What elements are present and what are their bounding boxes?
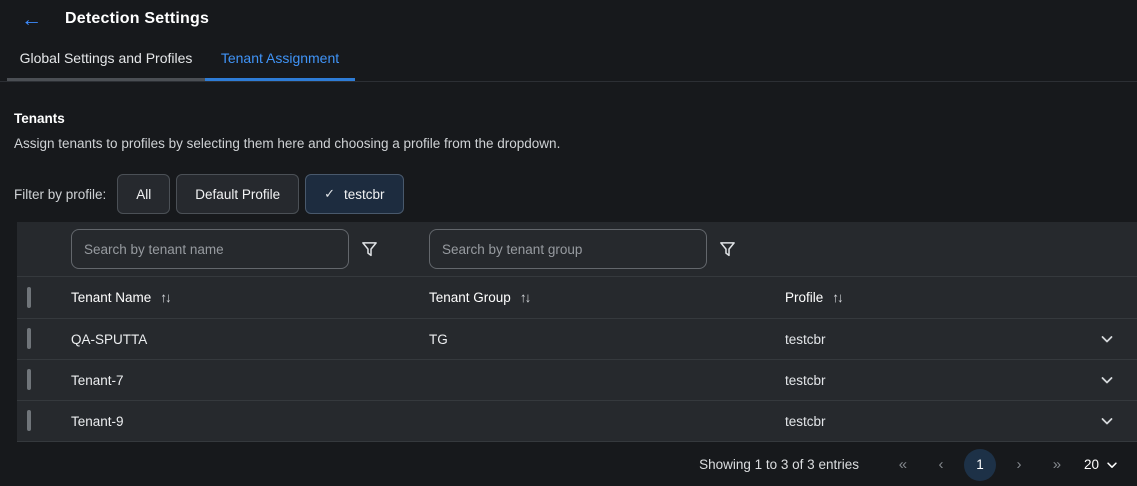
next-page-button[interactable]: › [1007, 456, 1031, 473]
sort-icon: ↑↓ [832, 290, 842, 305]
tenant-name-cell: QA-SPUTTA [71, 332, 429, 347]
previous-page-button[interactable]: ‹ [929, 456, 953, 473]
tab-tenant-assignment[interactable]: Tenant Assignment [205, 38, 355, 81]
table-search-row [17, 222, 1137, 277]
tenant-name-cell: Tenant-9 [71, 414, 429, 429]
table-header-row: Tenant Name ↑↓ Tenant Group ↑↓ Profile ↑… [17, 277, 1137, 319]
filter-chip-all[interactable]: All [117, 174, 170, 214]
profile-filter-row: Filter by profile: All Default Profile ✓… [0, 174, 1137, 214]
sort-icon: ↑↓ [520, 290, 530, 305]
row-checkbox[interactable] [27, 369, 31, 390]
pagination-bar: Showing 1 to 3 of 3 entries « ‹ 1 › » 20 [699, 443, 1119, 486]
last-page-button[interactable]: » [1045, 456, 1069, 473]
table-row: Tenant-9 testcbr [17, 401, 1137, 442]
profile-cell: testcbr [785, 332, 1077, 347]
sort-icon: ↑↓ [160, 290, 170, 305]
pagination-summary: Showing 1 to 3 of 3 entries [699, 457, 859, 472]
top-bar: ← Detection Settings [0, 0, 1137, 38]
row-checkbox[interactable] [27, 410, 31, 431]
tenant-name-cell: Tenant-7 [71, 373, 429, 388]
column-label: Profile [785, 290, 823, 305]
chevron-down-icon [1105, 458, 1119, 472]
column-header-tenant-name[interactable]: Tenant Name ↑↓ [71, 290, 429, 305]
filter-by-profile-label: Filter by profile: [14, 187, 106, 202]
filter-chip-testcbr[interactable]: ✓ testcbr [305, 174, 403, 214]
filter-chip-label: All [136, 187, 151, 202]
filter-chip-label: Default Profile [195, 187, 280, 202]
profile-dropdown-chevron-icon[interactable] [1099, 413, 1115, 429]
tenants-table: Tenant Name ↑↓ Tenant Group ↑↓ Profile ↑… [17, 222, 1137, 442]
tenant-group-search-input[interactable] [429, 229, 707, 269]
current-page-button[interactable]: 1 [964, 449, 996, 481]
table-row: Tenant-7 testcbr [17, 360, 1137, 401]
profile-cell: testcbr [785, 373, 1077, 388]
row-checkbox[interactable] [27, 328, 31, 349]
back-arrow-icon[interactable]: ← [21, 9, 42, 30]
page-size-value: 20 [1084, 457, 1099, 472]
filter-chip-default-profile[interactable]: Default Profile [176, 174, 299, 214]
filter-funnel-icon[interactable] [361, 241, 378, 258]
column-label: Tenant Group [429, 290, 511, 305]
profile-dropdown-chevron-icon[interactable] [1099, 331, 1115, 347]
page-size-select[interactable]: 20 [1084, 457, 1119, 472]
select-all-checkbox[interactable] [27, 287, 31, 308]
profile-dropdown-chevron-icon[interactable] [1099, 372, 1115, 388]
section-title: Tenants [14, 111, 1137, 126]
filter-chip-label: testcbr [344, 187, 385, 202]
tenant-name-search-input[interactable] [71, 229, 349, 269]
first-page-button[interactable]: « [891, 456, 915, 473]
profile-cell: testcbr [785, 414, 1077, 429]
tenants-section-header: Tenants Assign tenants to profiles by se… [0, 111, 1137, 151]
column-header-profile[interactable]: Profile ↑↓ [785, 290, 1077, 305]
filter-funnel-icon[interactable] [719, 241, 736, 258]
column-label: Tenant Name [71, 290, 151, 305]
tab-global-settings-and-profiles[interactable]: Global Settings and Profiles [7, 38, 205, 81]
section-description: Assign tenants to profiles by selecting … [14, 136, 1137, 151]
table-row: QA-SPUTTA TG testcbr [17, 319, 1137, 360]
column-header-tenant-group[interactable]: Tenant Group ↑↓ [429, 290, 785, 305]
page-title: Detection Settings [65, 10, 209, 28]
tab-bar: Global Settings and Profiles Tenant Assi… [0, 38, 1137, 82]
check-icon: ✓ [324, 186, 335, 202]
tenant-group-cell: TG [429, 332, 785, 347]
